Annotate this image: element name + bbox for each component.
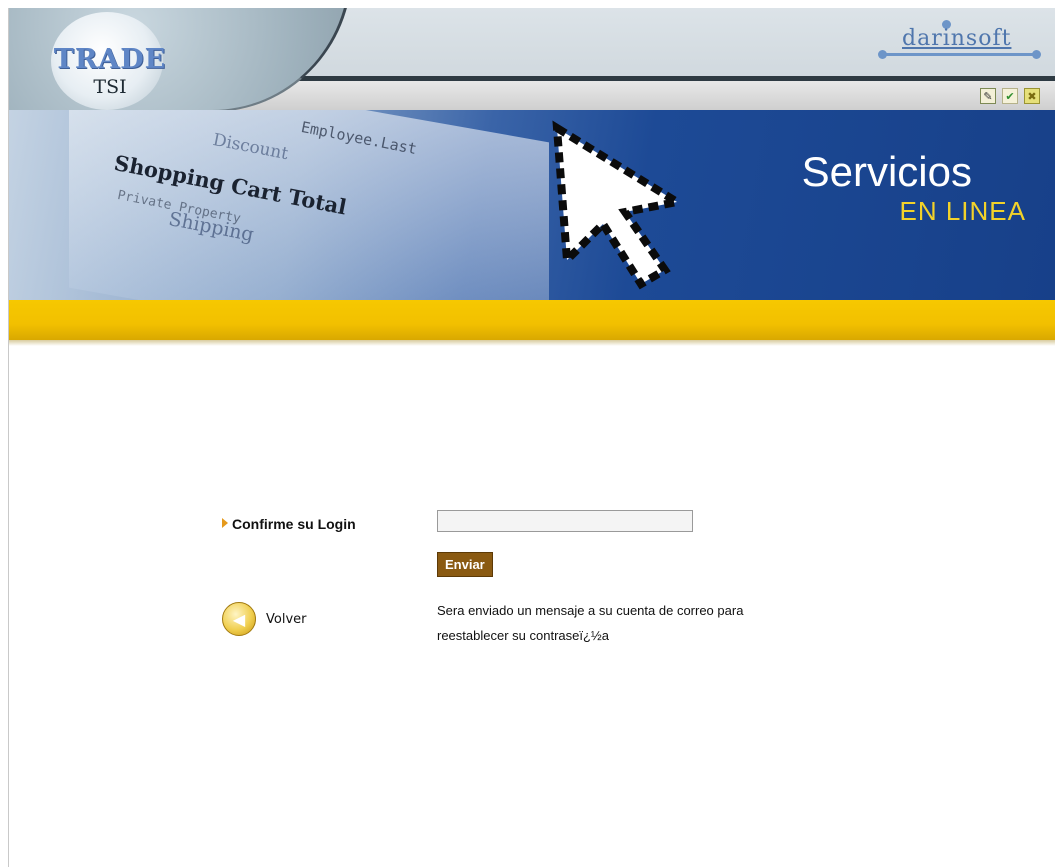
brand-dot [878, 50, 887, 59]
logo-title: TRADE [53, 44, 167, 75]
banner-title: Servicios [801, 148, 972, 195]
send-button[interactable]: Enviar [437, 552, 493, 577]
banner-subtitle: EN LINEA [899, 196, 1026, 226]
brand-logo: darinsoft [872, 20, 1042, 62]
arrow-bullet-icon [222, 518, 228, 528]
login-input[interactable] [437, 510, 693, 532]
info-message-line: reestablecer su contraseï¿½a [437, 628, 609, 643]
info-message: Sera enviado un mensaje a su cuenta de c… [437, 598, 857, 648]
brand-dot [1032, 50, 1041, 59]
cursor-arrow-icon [552, 120, 688, 290]
page-frame: TRADE TSI darinsoft ✎ ✔ ✖ Discount Emplo… [8, 8, 1055, 867]
edit-icon[interactable]: ✎ [980, 88, 996, 104]
hero-banner: Discount Employee.Last Shopping Cart Tot… [9, 110, 1055, 300]
brand-rail [882, 53, 1037, 56]
accent-bar [9, 300, 1055, 346]
back-arrow-icon[interactable]: ◀ [222, 602, 256, 636]
login-label-text: Confirme su Login [232, 516, 356, 532]
brand-name: darinsoft [902, 26, 1012, 51]
logo-subtitle: TSI [93, 76, 127, 98]
top-header: TRADE TSI darinsoft ✎ ✔ ✖ [9, 8, 1055, 110]
check-icon[interactable]: ✔ [1002, 88, 1018, 104]
header-icons: ✎ ✔ ✖ [980, 88, 1040, 104]
back-link[interactable]: ◀ Volver [222, 602, 307, 636]
info-message-line: Sera enviado un mensaje a su cuenta de c… [437, 603, 744, 618]
close-icon[interactable]: ✖ [1024, 88, 1040, 104]
back-label[interactable]: Volver [266, 612, 307, 627]
login-label: Confirme su Login [222, 516, 356, 532]
